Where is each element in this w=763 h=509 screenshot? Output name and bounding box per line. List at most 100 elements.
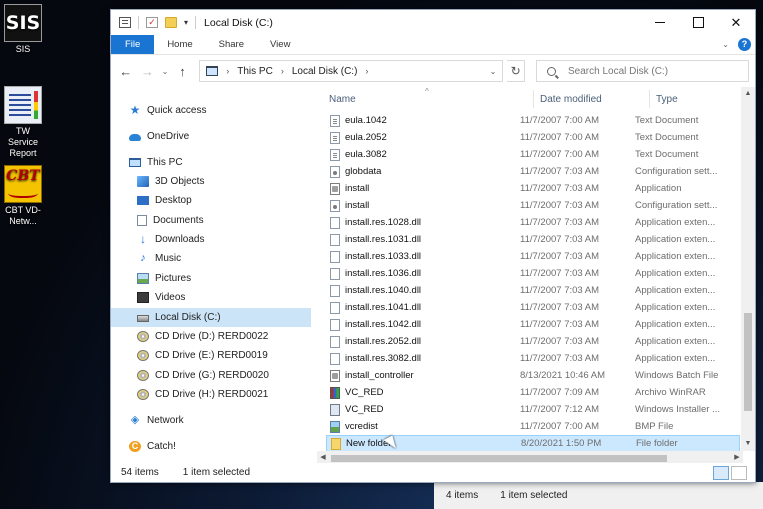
file-row[interactable]: install.res.1040.dll 11/7/2007 7:03 AM App… [326,282,740,299]
file-date: 11/7/2007 7:03 AM [520,285,600,296]
tab-share[interactable]: Share [206,35,257,54]
up-button[interactable]: ↑ [174,60,192,82]
text-file-icon [330,114,340,127]
help-icon[interactable]: ? [738,38,751,51]
forward-button[interactable]: → [139,60,157,82]
maximize-button[interactable] [679,10,717,35]
dll-file-icon [330,318,340,331]
file-row[interactable]: globdata 11/7/2007 7:03 AM Configuration s… [326,163,740,180]
sidebar-item-documents[interactable]: Documents [137,211,204,230]
file-date: 11/7/2007 7:00 AM [520,421,600,432]
file-name: install.res.1033.dll [345,251,422,262]
file-list-pane: ^ Name Date modified Type eula.1042 11/7/… [317,87,755,465]
file-row[interactable]: VC_RED 11/7/2007 7:12 AM Windows Installer… [326,401,740,418]
file-type: Text Document [635,149,699,160]
search-box[interactable] [536,60,750,82]
file-date: 11/7/2007 7:03 AM [520,234,600,245]
properties-icon[interactable] [119,17,131,28]
file-row[interactable]: eula.2052 11/7/2007 7:00 AM Text Document [326,129,740,146]
tab-home[interactable]: Home [154,35,205,54]
sidebar-item-cd-drive-d[interactable]: CD Drive (D:) RERD0022 [137,327,268,346]
search-input[interactable] [568,65,749,77]
address-dropdown-icon[interactable]: ⌄ [490,67,503,76]
file-name: install.res.1028.dll [345,217,422,228]
file-row[interactable]: install.res.1036.dll 11/7/2007 7:03 AM App… [326,265,740,282]
file-row[interactable]: install 11/7/2007 7:03 AM Application [326,180,740,197]
sidebar-item-onedrive[interactable]: OneDrive [129,127,189,146]
vertical-scroll-thumb[interactable] [744,313,752,411]
file-name: install.res.1036.dll [345,268,422,279]
file-row[interactable]: install_controller 8/13/2021 10:46 AM Wind… [326,367,740,384]
sidebar-item-network[interactable]: ◈ Network [129,411,184,430]
back-button[interactable]: ← [117,60,135,82]
file-row[interactable]: install.res.2052.dll 11/7/2007 7:03 AM App… [326,333,740,350]
file-type: Application exten... [635,336,716,347]
refresh-button[interactable]: ↻ [507,60,526,82]
file-name-cell: eula.3082 [326,148,520,161]
file-name-cell: eula.1042 [326,114,520,127]
column-header-date[interactable]: Date modified [534,87,648,111]
file-row[interactable]: install.res.1028.dll 11/7/2007 7:03 AM App… [326,214,740,231]
sidebar-item-label: Quick access [147,105,207,116]
tab-file[interactable]: File [111,35,155,54]
address-bar[interactable]: › This PC › Local Disk (C:) › ⌄ [199,60,504,82]
dll-file-icon [330,216,340,229]
file-row[interactable]: install.res.3082.dll 11/7/2007 7:03 AM App… [326,350,740,367]
breadcrumb-separator[interactable]: › [226,66,229,76]
expand-ribbon-icon[interactable]: ⌄ [722,40,729,49]
sidebar-item-videos[interactable]: Videos [137,288,185,307]
file-type: Archivo WinRAR [635,387,706,398]
file-row[interactable]: VC_RED 11/7/2007 7:09 AM Archivo WinRAR [326,384,740,401]
desktop-icon-tw-service-report[interactable]: TW Service Report [0,86,46,159]
file-name-cell: install.res.1036.dll [326,267,520,280]
file-row[interactable]: install 11/7/2007 7:03 AM Configuration se… [326,197,740,214]
column-header-name[interactable]: Name [323,87,529,111]
file-row[interactable]: install.res.1033.dll 11/7/2007 7:03 AM App… [326,248,740,265]
breadcrumb-this-pc[interactable]: This PC [237,66,273,77]
sidebar-item-cd-drive-g[interactable]: CD Drive (G:) RERD0020 [137,366,269,385]
file-date: 11/7/2007 7:00 AM [520,132,600,143]
breadcrumb-separator[interactable]: › [281,66,284,76]
file-row[interactable]: install.res.1041.dll 11/7/2007 7:03 AM App… [326,299,740,316]
details-view-button[interactable] [713,465,729,480]
sidebar-item-pictures[interactable]: Pictures [137,269,191,288]
file-type: Application exten... [635,234,716,245]
title-bar[interactable]: ✓ ▾ Local Disk (C:) ✕ [111,10,755,35]
horizontal-scroll-thumb[interactable] [331,455,667,462]
file-name-cell: install.res.2052.dll [326,335,520,348]
sidebar-item-3d-objects[interactable]: 3D Objects [137,172,204,191]
file-date: 11/7/2007 7:03 AM [520,268,600,279]
sidebar-item-catch[interactable]: C Catch! [129,437,176,456]
winrar-archive-icon [330,386,340,399]
tab-view[interactable]: View [257,35,303,54]
vertical-scrollbar[interactable]: ▲ ▼ [741,87,755,451]
sidebar-item-desktop[interactable]: Desktop [137,191,192,210]
file-row[interactable]: install.res.1042.dll 11/7/2007 7:03 AM App… [326,316,740,333]
desktop-icon-sis[interactable]: SIS SIS [0,4,46,55]
minimize-button[interactable] [641,10,679,35]
desktop-icon-cbt[interactable]: CBT CBT VD-Netw... [0,165,46,227]
breadcrumb-local-disk[interactable]: Local Disk (C:) [292,66,358,77]
sidebar-item-quick-access[interactable]: ★ Quick access [129,101,207,120]
file-row[interactable]: install.res.1031.dll 11/7/2007 7:03 AM App… [326,231,740,248]
file-row[interactable]: vcredist 11/7/2007 7:00 AM BMP File [326,418,740,435]
close-button[interactable]: ✕ [717,10,755,35]
scroll-down-icon[interactable]: ▼ [741,437,755,451]
scroll-up-icon[interactable]: ▲ [741,87,755,101]
sidebar-item-downloads[interactable]: ↓ Downloads [137,230,204,249]
breadcrumb-separator[interactable]: › [365,66,368,76]
recent-locations-icon[interactable]: ⌄ [160,60,170,82]
qat-dropdown-icon[interactable]: ▾ [184,18,188,27]
column-header-type[interactable]: Type [650,87,745,111]
file-row[interactable]: eula.3082 11/7/2007 7:00 AM Text Document [326,146,740,163]
sidebar-item-this-pc[interactable]: This PC [129,153,183,172]
sidebar-item-music[interactable]: ♪ Music [137,249,181,268]
sidebar-item-cd-drive-e[interactable]: CD Drive (E:) RERD0019 [137,346,268,365]
sidebar-item-cd-drive-h[interactable]: CD Drive (H:) RERD0021 [137,385,268,404]
music-icon: ♪ [140,252,146,264]
large-icons-view-button[interactable] [731,465,747,480]
new-folder-icon[interactable] [165,17,177,28]
sidebar-item-local-disk[interactable]: Local Disk (C:) [111,308,311,327]
checkmark-icon[interactable]: ✓ [146,17,158,28]
file-row[interactable]: eula.1042 11/7/2007 7:00 AM Text Document [326,112,740,129]
